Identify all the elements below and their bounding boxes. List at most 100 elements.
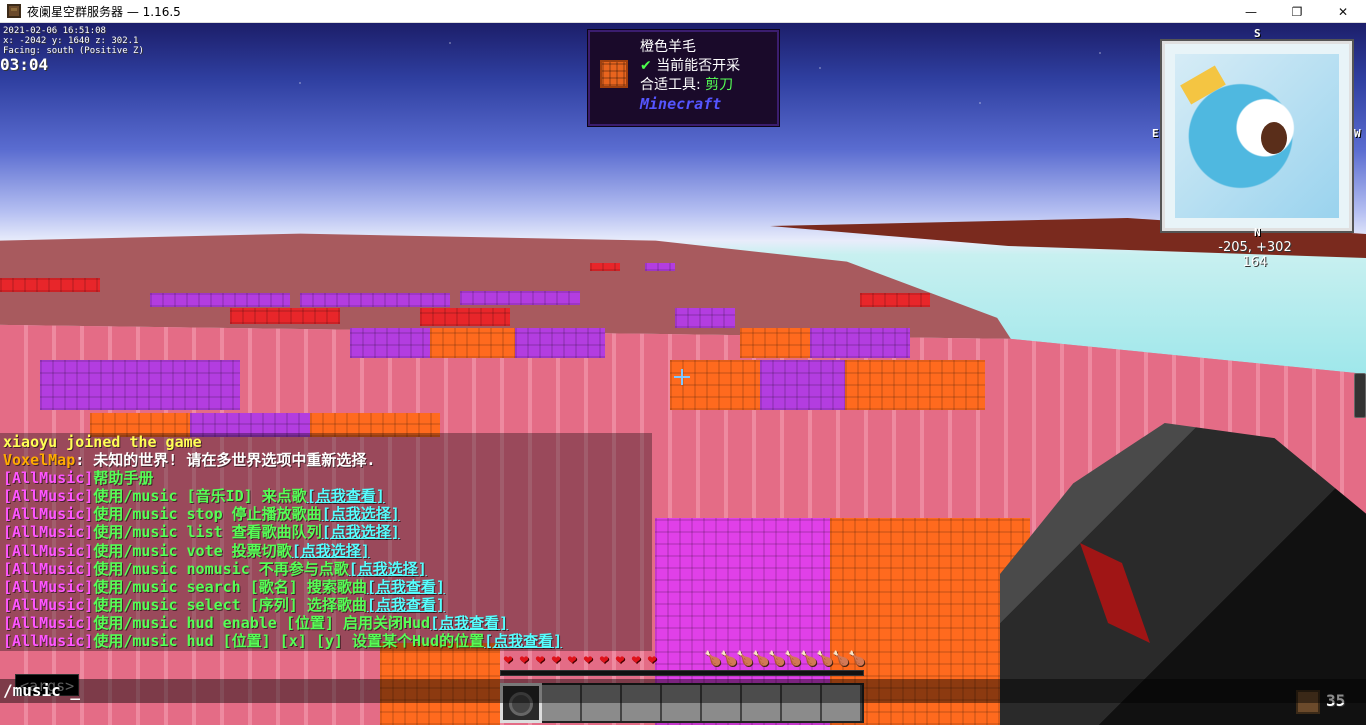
drumstick-icon: 🍗 [736,651,754,667]
side-scroll-handle[interactable] [1354,373,1366,418]
debug-info: 2021-02-06 16:51:08 x: -2042 y: 1640 z: … [3,26,144,56]
harvest-text: 当前能否开采 [656,58,741,74]
chat-prefix: [AllMusic] [3,613,94,632]
chat-line: [AllMusic]使用/music search [歌名] 搜索歌曲[点我查看… [0,578,652,596]
chat-text: 使用/music nomusic 不再参与点歌 [93,559,349,578]
tool-value: 剪刀 [705,77,734,93]
chat-line: [AllMusic]使用/music stop 停止播放歌曲[点我选择] [0,505,652,523]
tile [40,360,240,410]
tile [420,308,510,326]
drumstick-icon: 🍗 [816,651,834,667]
drumstick-icon: 🍗 [768,651,786,667]
heart-icon: ❤ [551,650,561,668]
drumstick-icon: 🍗 [848,651,866,667]
chat-link[interactable]: [点我选择] [322,505,400,523]
chat-sender: VoxelMap [3,451,76,470]
health-bar: ❤ ❤ ❤ ❤ ❤ ❤ ❤ ❤ ❤ ❤ [500,651,660,667]
tile [810,328,910,358]
window-title: 夜阑星空群服务器 — 1.16.5 [27,4,181,19]
tile [845,360,985,410]
chat-prefix: [AllMusic] [3,595,94,614]
heart-icon: ❤ [647,650,657,668]
maximize-button[interactable]: ❐ [1274,0,1320,23]
chat-input[interactable]: /music _ [0,679,1366,703]
heart-icon: ❤ [519,650,529,668]
heart-icon: ❤ [599,650,609,668]
chat-line: [AllMusic]帮助手册 [0,469,652,487]
chat-prefix: [AllMusic] [3,469,94,488]
harvest-line: ✔ 当前能否开采 [640,57,769,76]
compass-north: N [1254,226,1261,239]
chat-link[interactable]: [点我查看] [484,632,562,650]
chat-prefix: [AllMusic] [3,487,94,506]
tool-label: 合适工具: [640,77,706,93]
block-info-tooltip: 橙色羊毛 ✔ 当前能否开采 合适工具: 剪刀 Minecraft [587,29,780,127]
minimap-coords: -205, +302 164 [1170,240,1340,270]
window-controls: — ❐ ✕ [1228,0,1366,23]
chat-link[interactable]: [点我查看] [367,596,445,614]
chat-text: 使用/music stop 停止播放歌曲 [93,505,322,524]
heart-icon: ❤ [535,650,545,668]
checkmark-icon: ✔ [640,58,652,74]
tile [590,263,620,271]
tile [670,360,770,410]
chat-text: 使用/music list 查看歌曲队列 [93,523,322,542]
chat-prefix: [AllMusic] [3,505,94,524]
app-icon [7,4,21,18]
heart-icon: ❤ [615,650,625,668]
tile [675,308,735,328]
compass-east: E [1152,127,1159,140]
chat-text: 使用/music [音乐ID] 来点歌 [93,487,307,506]
chat-text: 使用/music hud enable [位置] 启用关闭Hud [93,613,431,632]
chat-line: [AllMusic]使用/music nomusic 不再参与点歌[点我选择] [0,560,652,578]
chat-link[interactable]: [点我查看] [307,487,385,505]
tile [460,291,580,305]
chat-link[interactable]: [点我选择] [322,523,400,541]
game-viewport[interactable]: 2021-02-06 16:51:08 x: -2042 y: 1640 z: … [0,23,1366,725]
block-name: 橙色羊毛 [640,39,696,55]
chat-link[interactable]: [点我查看] [430,614,508,632]
chat-prefix: [AllMusic] [3,523,94,542]
minimap-xz: -205, +302 [1218,240,1292,255]
chat-line: [AllMusic]使用/music [音乐ID] 来点歌[点我查看] [0,487,652,505]
minimize-button[interactable]: — [1228,0,1274,23]
minimap-image-detail [1261,122,1287,154]
chat-text: 帮助手册 [93,469,154,488]
tile [150,293,290,307]
drumstick-icon: 🍗 [784,651,802,667]
chat-text: 使用/music select [序列] 选择歌曲 [93,595,367,614]
tool-line: 合适工具: 剪刀 [640,76,769,95]
chat-line: VoxelMap: 未知的世界! 请在多世界选项中重新选择. [0,451,652,469]
minimap [1160,39,1354,233]
chat-prefix: [AllMusic] [3,559,94,578]
chat-prefix: [AllMusic] [3,541,94,560]
chat-line: xiaoyu joined the game [0,433,652,451]
drumstick-icon: 🍗 [752,651,770,667]
chat-line: [AllMusic]使用/music vote 投票切歌[点我选择] [0,542,652,560]
minimap-y: 164 [1242,255,1268,270]
experience-bar [500,670,864,676]
tile [0,278,100,292]
chat-line: [AllMusic]使用/music list 查看歌曲队列[点我选择] [0,523,652,541]
compass-south: S [1254,27,1261,40]
debug-datetime: 2021-02-06 16:51:08 [3,26,106,36]
chat-text: : 未知的世界! 请在多世界选项中重新选择. [75,451,376,470]
chat-link[interactable]: [点我选择] [349,560,427,578]
chat-link[interactable]: [点我查看] [367,578,445,596]
close-button[interactable]: ✕ [1320,0,1366,23]
heart-icon: ❤ [503,650,513,668]
chat-link[interactable]: [点我选择] [292,542,370,560]
mod-name: Minecraft [640,95,722,113]
chat-prefix: [AllMusic] [3,632,94,651]
tile [515,328,605,358]
tile [230,308,340,324]
chat-line: [AllMusic]使用/music hud [位置] [x] [y] 设置某个… [0,632,652,650]
crosshair [674,369,690,385]
orange-wool-icon [600,60,628,88]
heart-icon: ❤ [583,650,593,668]
tile [645,263,675,271]
compass-west: W [1354,127,1361,140]
heart-icon: ❤ [631,650,641,668]
game-clock: 03:04 [0,55,49,74]
hunger-bar: 🍗 🍗 🍗 🍗 🍗 🍗 🍗 🍗 🍗 🍗 [704,651,866,667]
